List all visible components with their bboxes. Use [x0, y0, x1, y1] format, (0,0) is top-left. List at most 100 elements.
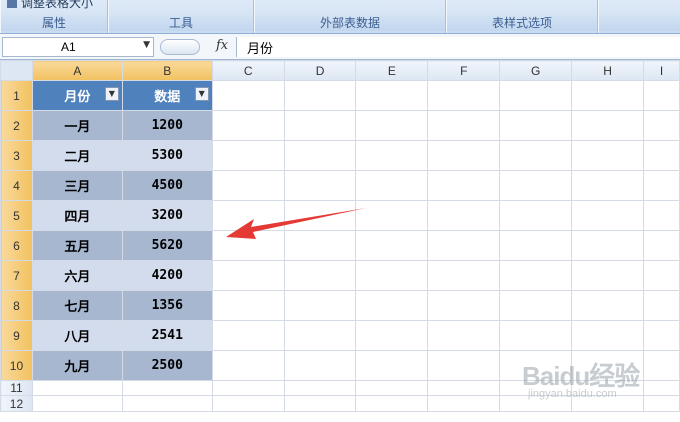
empty-cell[interactable]: [355, 140, 429, 171]
empty-cell[interactable]: [355, 380, 429, 396]
row-header[interactable]: 7: [0, 260, 33, 291]
column-header-d[interactable]: D: [283, 60, 357, 81]
empty-cell[interactable]: [427, 170, 501, 201]
select-all-corner[interactable]: [0, 60, 33, 81]
row-header[interactable]: 9: [0, 320, 33, 351]
empty-cell[interactable]: [642, 110, 680, 141]
column-header-b[interactable]: B: [121, 60, 213, 81]
empty-cell[interactable]: [571, 260, 644, 291]
empty-cell[interactable]: [427, 110, 501, 141]
empty-cell[interactable]: [571, 140, 644, 171]
month-cell[interactable]: 三月: [31, 170, 123, 201]
value-cell[interactable]: 1200: [121, 110, 213, 141]
empty-cell[interactable]: [642, 230, 680, 261]
empty-cell[interactable]: [211, 395, 285, 412]
empty-cell[interactable]: [571, 290, 644, 321]
empty-cell[interactable]: [283, 380, 357, 396]
empty-cell[interactable]: [571, 80, 644, 111]
table-header-month[interactable]: 月份 ▼: [31, 80, 123, 111]
row-header[interactable]: 3: [0, 140, 33, 171]
empty-cell[interactable]: [499, 140, 573, 171]
empty-cell[interactable]: [211, 380, 285, 396]
value-cell[interactable]: 2500: [121, 350, 213, 381]
value-cell[interactable]: 2541: [121, 320, 213, 351]
empty-cell[interactable]: [355, 170, 429, 201]
empty-cell[interactable]: [283, 80, 357, 111]
empty-cell[interactable]: [427, 290, 501, 321]
empty-cell[interactable]: [499, 170, 573, 201]
empty-cell[interactable]: [642, 170, 680, 201]
empty-cell[interactable]: [355, 80, 429, 111]
empty-cell[interactable]: [31, 380, 123, 396]
column-header-h[interactable]: H: [571, 60, 644, 81]
empty-cell[interactable]: [211, 110, 285, 141]
empty-cell[interactable]: [211, 350, 285, 381]
empty-cell[interactable]: [283, 170, 357, 201]
empty-cell[interactable]: [283, 290, 357, 321]
value-cell[interactable]: 5300: [121, 140, 213, 171]
empty-cell[interactable]: [211, 320, 285, 351]
empty-cell[interactable]: [355, 110, 429, 141]
month-cell[interactable]: 二月: [31, 140, 123, 171]
empty-cell[interactable]: [355, 395, 429, 412]
empty-cell[interactable]: [427, 80, 501, 111]
row-header[interactable]: 5: [0, 200, 33, 231]
month-cell[interactable]: 七月: [31, 290, 123, 321]
month-cell[interactable]: 五月: [31, 230, 123, 261]
empty-cell[interactable]: [571, 230, 644, 261]
value-cell[interactable]: 4200: [121, 260, 213, 291]
filter-dropdown-icon[interactable]: ▼: [194, 87, 209, 101]
empty-cell[interactable]: [211, 140, 285, 171]
row-header[interactable]: 12: [0, 395, 33, 412]
column-header-c[interactable]: C: [211, 60, 285, 81]
empty-cell[interactable]: [121, 395, 213, 412]
value-cell[interactable]: 4500: [121, 170, 213, 201]
empty-cell[interactable]: [211, 290, 285, 321]
empty-cell[interactable]: [31, 395, 123, 412]
empty-cell[interactable]: [642, 140, 680, 171]
name-box[interactable]: A1 ▼: [2, 37, 154, 57]
empty-cell[interactable]: [427, 140, 501, 171]
empty-cell[interactable]: [355, 260, 429, 291]
row-header[interactable]: 4: [0, 170, 33, 201]
row-header[interactable]: 11: [0, 380, 33, 396]
row-header[interactable]: 10: [0, 350, 33, 381]
insert-function-icon[interactable]: fx: [216, 38, 228, 53]
empty-cell[interactable]: [642, 80, 680, 111]
formula-input[interactable]: 月份: [236, 37, 680, 57]
empty-cell[interactable]: [427, 230, 501, 261]
empty-cell[interactable]: [121, 380, 213, 396]
resize-table-command[interactable]: 调整表格大小: [7, 0, 93, 11]
month-cell[interactable]: 九月: [31, 350, 123, 381]
row-header[interactable]: 8: [0, 290, 33, 321]
empty-cell[interactable]: [283, 320, 357, 351]
month-cell[interactable]: 四月: [31, 200, 123, 231]
empty-cell[interactable]: [499, 110, 573, 141]
month-cell[interactable]: 一月: [31, 110, 123, 141]
row-header[interactable]: 1: [0, 80, 33, 111]
empty-cell[interactable]: [211, 260, 285, 291]
column-header-f[interactable]: F: [427, 60, 501, 81]
column-header-a[interactable]: A: [31, 60, 123, 81]
month-cell[interactable]: 八月: [31, 320, 123, 351]
empty-cell[interactable]: [283, 140, 357, 171]
month-cell[interactable]: 六月: [31, 260, 123, 291]
empty-cell[interactable]: [355, 320, 429, 351]
filter-dropdown-icon[interactable]: ▼: [104, 87, 119, 101]
empty-cell[interactable]: [283, 350, 357, 381]
empty-cell[interactable]: [499, 80, 573, 111]
empty-cell[interactable]: [571, 320, 644, 351]
empty-cell[interactable]: [427, 320, 501, 351]
column-header-e[interactable]: E: [355, 60, 429, 81]
empty-cell[interactable]: [642, 200, 680, 231]
empty-cell[interactable]: [642, 320, 680, 351]
empty-cell[interactable]: [211, 80, 285, 111]
empty-cell[interactable]: [427, 395, 501, 412]
column-header-g[interactable]: G: [499, 60, 573, 81]
empty-cell[interactable]: [499, 320, 573, 351]
empty-cell[interactable]: [571, 110, 644, 141]
empty-cell[interactable]: [499, 260, 573, 291]
empty-cell[interactable]: [427, 350, 501, 381]
chevron-down-icon[interactable]: ▼: [143, 40, 150, 50]
row-header[interactable]: 6: [0, 230, 33, 261]
